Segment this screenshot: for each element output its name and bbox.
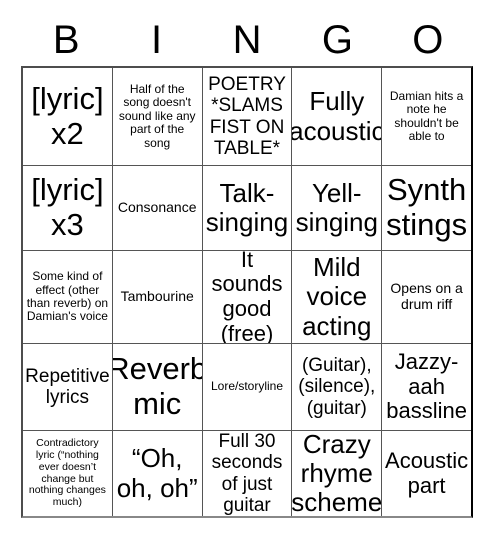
bingo-cell[interactable]: Half of the song doesn't sound like any … [112, 68, 203, 166]
bingo-cell-label: Fully acoustic [292, 86, 383, 146]
bingo-cell[interactable]: Full 30 seconds of just guitar [203, 431, 293, 516]
bingo-cell[interactable]: Repetitive lyrics [23, 344, 113, 431]
bingo-grid: [lyric] x2 Half of the song doesn't soun… [21, 66, 473, 518]
bingo-header-letter-n: N [232, 18, 262, 62]
bingo-cell-label: Lore/storyline [210, 379, 284, 394]
bingo-header-letter-b: B [52, 18, 80, 62]
bingo-row: Repetitive lyrics Reverb mic Lore/storyl… [23, 344, 471, 431]
bingo-header-row: B I N G O [21, 14, 473, 66]
bingo-cell-label: Reverb mic [113, 351, 202, 421]
bingo-cell[interactable]: Reverb mic [112, 344, 203, 431]
bingo-cell[interactable]: Some kind of effect (other than reverb) … [23, 251, 113, 344]
bingo-cell-label: [lyric] x3 [31, 172, 104, 242]
bingo-cell[interactable]: [lyric] x3 [23, 166, 113, 251]
bingo-cell[interactable]: Consonance [112, 166, 203, 251]
bingo-cell-label: Mild voice acting [302, 252, 372, 341]
bingo-cell-label: Full 30 seconds of just guitar [211, 431, 283, 516]
bingo-cell-label: Consonance [117, 199, 197, 216]
bingo-cell-label: (Guitar), (silence), (guitar) [298, 355, 376, 419]
bingo-cell[interactable]: Fully acoustic [292, 68, 383, 166]
bingo-cell[interactable]: Contradictory lyric (“nothing ever doesn… [23, 431, 113, 516]
bingo-cell[interactable]: Tambourine [112, 251, 203, 344]
bingo-row: [lyric] x3 Consonance Talk-singing Yell-… [23, 166, 471, 251]
bingo-cell-label: Crazy rhyme scheme [292, 431, 383, 516]
bingo-header-letter-o: O [412, 18, 444, 62]
bingo-cell-label: POETRY *SLAMS FIST ON TABLE* [208, 73, 286, 159]
bingo-cell-label: Half of the song doesn't sound like any … [118, 81, 196, 150]
bingo-cell[interactable]: [lyric] x2 [23, 68, 113, 166]
bingo-cell[interactable]: Talk-singing [202, 166, 293, 251]
bingo-row: [lyric] x2 Half of the song doesn't soun… [23, 68, 471, 166]
bingo-cell[interactable]: Yell-singing [292, 166, 383, 251]
bingo-cell[interactable]: Mild voice acting [292, 251, 383, 344]
bingo-header-letter-i: I [151, 18, 163, 62]
bingo-cell[interactable]: “Oh, oh, oh” [113, 431, 203, 516]
bingo-cell[interactable]: Damian hits a note he shouldn't be able … [382, 68, 471, 166]
bingo-cell-label: Tambourine [120, 288, 194, 305]
bingo-cell-label: Contradictory lyric (“nothing ever doesn… [28, 437, 106, 508]
bingo-cell[interactable]: POETRY *SLAMS FIST ON TABLE* [202, 68, 293, 166]
bingo-cell-label: [lyric] x2 [31, 80, 104, 151]
bingo-row: Some kind of effect (other than reverb) … [23, 251, 471, 344]
bingo-cell[interactable]: (Guitar), (silence), (guitar) [292, 344, 383, 431]
bingo-cell-label: “Oh, oh, oh” [116, 443, 198, 503]
bingo-cell[interactable]: Acoustic part [382, 431, 471, 516]
bingo-cell-label: Opens on a drum riff [390, 280, 463, 312]
bingo-row: Contradictory lyric (“nothing ever doesn… [23, 431, 471, 516]
bingo-cell-label: Acoustic part [385, 447, 469, 498]
bingo-cell-label: It sounds good (free) [211, 251, 283, 344]
bingo-cell[interactable]: Crazy rhyme scheme [292, 431, 383, 516]
bingo-cell-label: Some kind of effect (other than reverb) … [26, 269, 109, 324]
bingo-cell[interactable]: Jazzy-aah bassline [382, 344, 471, 431]
bingo-cell-free-space[interactable]: It sounds good (free) [202, 251, 293, 344]
bingo-cell[interactable]: Synth stings [382, 166, 471, 251]
bingo-cell-label: Repetitive lyrics [25, 365, 110, 408]
bingo-cell-label: Synth stings [386, 172, 468, 242]
bingo-cell[interactable]: Lore/storyline [202, 344, 293, 431]
bingo-cell-label: Yell-singing [295, 177, 378, 237]
bingo-cell-label: Jazzy-aah bassline [386, 349, 467, 424]
bingo-cell-label: Talk-singing [205, 177, 289, 237]
bingo-cell[interactable]: Opens on a drum riff [382, 251, 471, 344]
bingo-card: B I N G O [lyric] x2 Half of the song do… [21, 14, 473, 518]
bingo-cell-label: Damian hits a note he shouldn't be able … [389, 88, 464, 143]
bingo-header-letter-g: G [321, 18, 353, 62]
